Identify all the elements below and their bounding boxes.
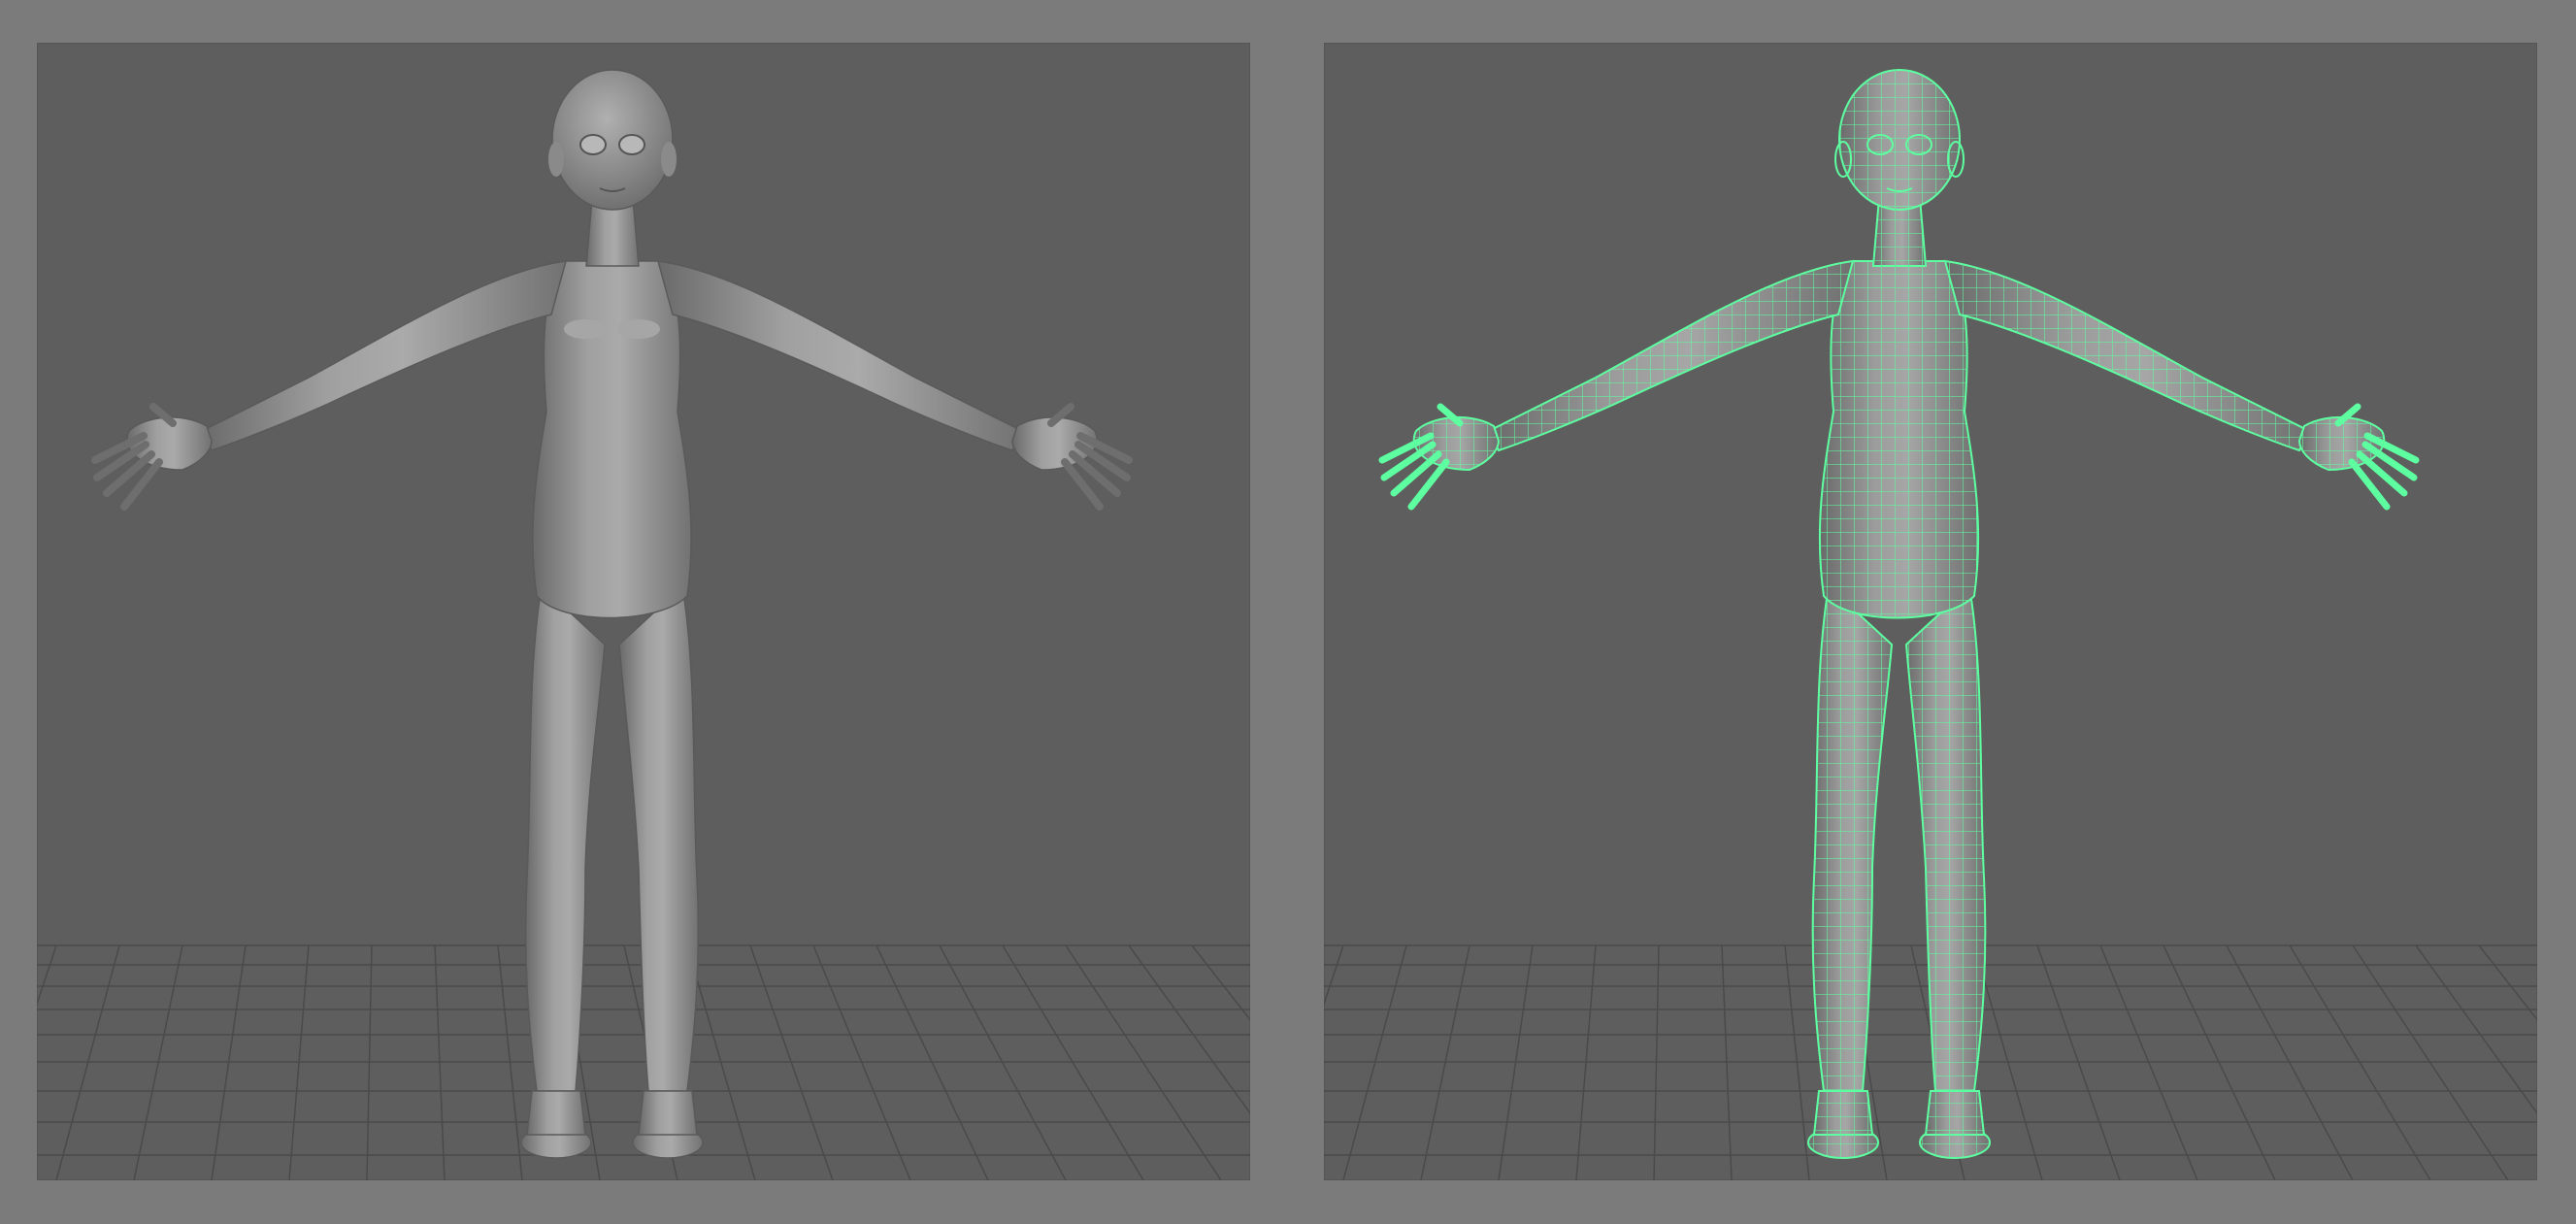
shaded-figure [91, 197, 1133, 1159]
viewport-shaded-canvas [37, 69, 1250, 1180]
viewport-shaded[interactable] [37, 43, 1250, 1180]
wireframe-mesh [1413, 70, 2385, 1158]
screenshot-frame [0, 0, 2576, 1224]
shaded-head [548, 69, 677, 211]
viewport-wireframe-canvas [1324, 69, 2537, 1180]
viewport-wireframe[interactable] [1324, 43, 2537, 1180]
